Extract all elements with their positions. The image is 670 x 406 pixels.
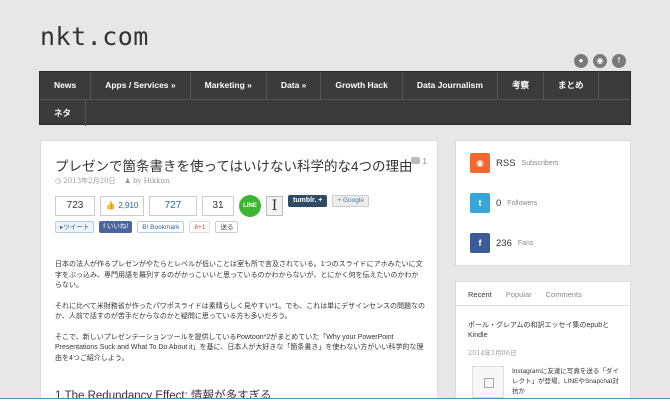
post-body: 日本の法人が作るプレゼンがやたらとレベルが低いことは室も所で言及されている。1つ… [55,260,425,374]
twitter-icon: t [470,193,490,213]
paragraph: 日本の法人が作るプレゼンがやたらとレベルが低いことは室も所で言及されている。1つ… [55,261,423,289]
nav-item-growth-hack[interactable]: Growth Hack [321,72,403,99]
clock-icon: ◷ [55,177,62,185]
twitter-label: Followers [507,199,538,207]
fb-like-label: いいね! [106,222,129,230]
share-count-3: 31 [202,196,234,216]
nav-item-kousatsu[interactable]: 考察 [498,72,544,99]
post-author[interactable]: by Hikkun [133,177,170,185]
post-title[interactable]: プレゼンで箇条書きを使ってはいけない科学的な4つの理由 [55,155,413,175]
tumblr-button[interactable]: tumblr. + [288,195,328,207]
hatena-count[interactable]: 👍 2,910 [100,196,144,216]
facebook-value: 236 [496,237,512,249]
share-count-1: 723 [55,196,95,216]
nav-item-neta[interactable]: ネタ [40,100,87,126]
posts-widget: Recent Popular Comments ポール・グレアムの和訳エッセイ集… [455,281,631,406]
paragraph: それに比べて米財務省が作ったパワポスライドは素晴らしく見やすい*1。でも、これは… [55,302,425,321]
rss-icon: ◉ [470,153,490,173]
tab-comments[interactable]: Comments [546,290,582,305]
hatena-count-value: 2,910 [118,201,139,210]
comment-count[interactable]: 1 [410,157,427,166]
subscribe-widget: ◉ RSS Subscribers t 0 Followers f 236 Fa… [455,140,631,266]
bottom-bar [0,398,670,406]
comment-count-value: 1 [422,157,427,166]
google-label: Google [342,197,364,204]
tweet-label: ツイート [63,223,90,231]
facebook-like-button[interactable]: f いいね! [99,220,133,233]
facebook-label: Fans [517,239,534,247]
posts-tabs: Recent Popular Comments [456,282,630,306]
post-date: 2013年2月20日 [63,177,116,185]
recent-post-title[interactable]: ポール・グレアムの和訳エッセイ集のepubとKindle [468,321,623,341]
comment-bubble-icon [410,157,420,164]
facebook-icon[interactable]: f [612,54,626,68]
nav-item-data-journalism[interactable]: Data Journalism [403,72,498,99]
nav-item-apps[interactable]: Apps / Services » [91,72,191,99]
tab-recent[interactable]: Recent [468,290,492,305]
nav-item-matome[interactable]: まとめ [544,72,599,99]
share-buttons: ▸ツイート f いいね! B! Bookmark 8+1 送る [55,220,239,233]
main-nav: News Apps / Services » Marketing » Data … [39,71,631,126]
rss-row[interactable]: ◉ RSS Subscribers [470,153,559,173]
i-button[interactable]: I [266,196,283,216]
nav-item-news[interactable]: News [40,72,92,99]
rss-value: RSS [496,157,516,169]
share-counts: 723 👍 2,910 727 31 LINE I tumblr. + + Go… [55,195,369,217]
rss-icon[interactable]: ◉ [593,54,607,68]
recent-post-date: 2014年1月06日 [468,349,517,357]
nav-item-marketing[interactable]: Marketing » [191,72,267,99]
twitter-value: 0 [496,197,502,209]
facebook-row[interactable]: f 236 Fans [470,233,533,253]
line-button[interactable]: LINE [239,195,261,217]
twitter-row[interactable]: t 0 Followers [470,193,537,213]
paragraph: そこで、新しいプレゼンテーションツールを提供しているPowtoon*2がまとめて… [55,333,424,362]
google-plus-icon: + [337,197,342,204]
send-button[interactable]: 送る [215,220,239,233]
facebook-icon: f [470,233,490,253]
tweet-button[interactable]: ▸ツイート [55,220,95,233]
google-plus-one-button[interactable]: 8+1 [189,220,211,233]
thumbs-up-icon: 👍 [105,201,116,210]
social-icons: ● ◉ f [574,54,626,68]
rss-label: Subscribers [521,159,559,167]
bookmark-icon: B! [142,223,151,231]
share-count-2: 727 [149,196,197,216]
post-meta: ◷ 2013年2月20日 ♟ by Hikkun [55,176,169,186]
circle-icon[interactable]: ● [574,54,588,68]
user-icon: ♟ [124,177,131,185]
hatena-bookmark-button[interactable]: B! Bookmark [137,220,185,233]
bookmark-label: Bookmark [150,223,180,231]
site-title[interactable]: nkt.com [40,22,149,51]
post-article: プレゼンで箇条書きを使ってはいけない科学的な4つの理由 1 ◷ 2013年2月2… [40,140,438,406]
image-placeholder-icon[interactable] [472,366,504,398]
recent-post-title-2[interactable]: Instagramに友達に写真を送る「ダイレクト」が登場、LINEやSnapch… [512,367,624,397]
tab-popular[interactable]: Popular [506,290,532,305]
nav-item-data[interactable]: Data » [267,72,322,99]
google-button[interactable]: + Google [332,195,369,207]
